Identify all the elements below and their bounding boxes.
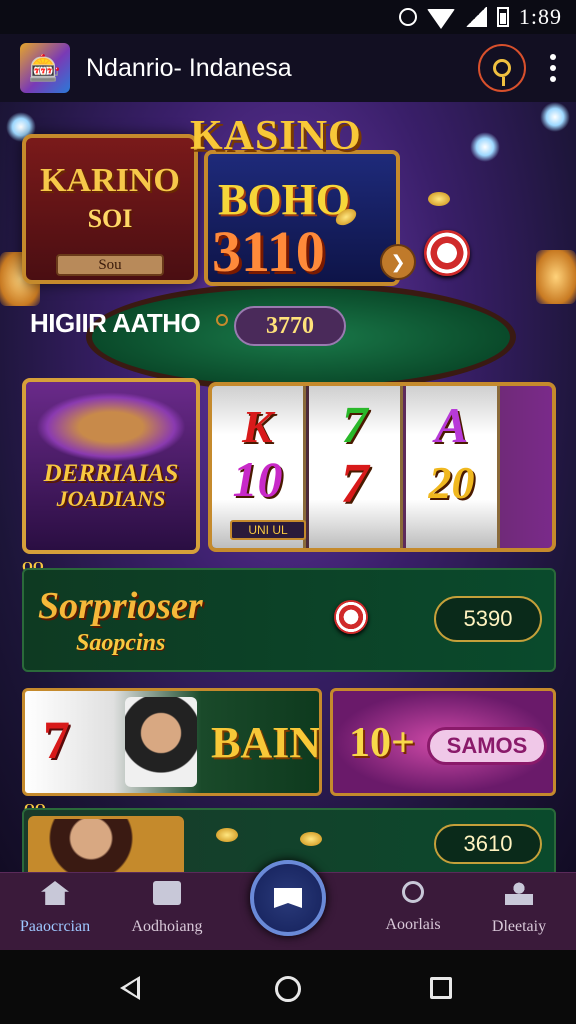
samos-number: 10+ <box>349 720 415 766</box>
system-nav-bar <box>0 950 576 1024</box>
app-bar: 🎰 Ndanrio- Indanesa <box>0 34 576 102</box>
promo-line-2: JOADIANS <box>56 486 166 511</box>
promo-banner[interactable]: Sorprioser Saopcins 5390 <box>22 568 556 672</box>
reel-symbol: 7 <box>341 397 368 454</box>
banner-title: Sorprioser <box>38 585 203 627</box>
tile-seven: 7 <box>43 710 70 770</box>
hero-left-card[interactable]: KARINO SOI Sou <box>22 134 198 284</box>
poker-chip-icon <box>424 230 470 276</box>
headline-text: HIGIIR AATHO <box>30 308 201 338</box>
coin-icon <box>428 192 450 206</box>
spotlight <box>470 132 500 162</box>
hero-next-button[interactable]: ❯ <box>380 244 416 280</box>
app-title: Ndanrio- Indanesa <box>86 53 292 82</box>
status-time: 1:89 <box>518 4 562 29</box>
promo-art <box>36 392 186 462</box>
battery-icon <box>496 7 509 27</box>
back-icon[interactable] <box>120 976 140 1000</box>
nav-item-games[interactable]: Aodhoiang <box>112 881 222 936</box>
dot-icon <box>550 54 556 60</box>
tile-word: BAIN <box>211 718 322 767</box>
slot-tile[interactable]: 7 BAIN <box>22 688 322 796</box>
row-value-pill[interactable]: 3610 <box>434 824 542 864</box>
character-image <box>125 697 197 787</box>
reel-symbol: K <box>242 401 273 452</box>
home-icon <box>41 881 69 905</box>
hero-left-title: KARINO <box>40 162 180 199</box>
flag-icon <box>274 888 302 908</box>
banner-value-pill[interactable]: 5390 <box>434 596 542 642</box>
search-icon <box>402 881 424 903</box>
reel-symbol: 20 <box>428 457 475 508</box>
overflow-menu-button[interactable] <box>546 54 560 82</box>
reel-symbol: A <box>434 397 469 453</box>
promo-card[interactable]: DERRIAIAS JOADIANS <box>22 378 200 554</box>
signal-icon <box>464 7 487 27</box>
reel: A 20 <box>406 386 500 548</box>
reel: 7 7 <box>309 386 403 548</box>
grid-icon <box>153 881 181 905</box>
brand-logo: KASINO <box>190 113 362 159</box>
nav-label: Aoorlais <box>385 916 441 933</box>
banner-subtitle: Saopcins <box>76 630 166 656</box>
nav-label: Dleetaiy <box>491 918 547 935</box>
spotlight <box>540 102 570 132</box>
character-thumbnail <box>28 816 184 872</box>
casino-stage: KARINO SOI Sou BOHO 3110 ❯ KASINO HIGIIR… <box>0 102 576 872</box>
lamp <box>536 250 576 304</box>
wifi-icon <box>426 9 455 29</box>
slot-tag: UNI UL <box>230 520 306 540</box>
coin-icon <box>300 832 322 846</box>
info-icon <box>216 314 228 326</box>
hero-right-card[interactable]: BOHO 3110 ❯ <box>204 150 416 286</box>
hero-left-button[interactable]: Sou <box>56 254 164 276</box>
reel-symbol: 10 <box>232 451 283 507</box>
dot-icon <box>550 65 556 71</box>
status-bar: 1:89 <box>0 0 576 34</box>
slot-machine-card[interactable]: K 10 7 7 A 20 UNI UL <box>208 382 556 552</box>
hero-right-value-bottom: 3110 <box>212 219 325 284</box>
home-circle-icon[interactable] <box>275 976 301 1002</box>
nav-item-home[interactable]: Paaocrcian <box>0 881 110 936</box>
hero-left-value: SOI <box>87 204 133 233</box>
app-logo[interactable]: 🎰 <box>20 43 70 93</box>
search-icon <box>493 59 511 86</box>
samos-tile[interactable]: 10+ SAMOS <box>330 688 556 796</box>
nav-item-search[interactable]: Aoorlais <box>358 881 468 934</box>
coin-icon <box>216 828 238 842</box>
reel-symbol: 7 <box>340 453 369 515</box>
alarm-icon <box>398 8 417 26</box>
poker-chip-icon <box>334 600 368 634</box>
nav-label: Aodhoiang <box>131 918 203 935</box>
user-icon <box>505 881 533 905</box>
dot-icon <box>550 76 556 82</box>
search-button[interactable] <box>478 44 526 92</box>
promo-line-1: DERRIAIAS <box>43 460 179 487</box>
recent-apps-icon[interactable] <box>430 977 452 999</box>
samos-label: SAMOS <box>427 727 547 765</box>
nav-item-profile[interactable]: Dleetaiy <box>464 881 574 936</box>
headline-value-pill[interactable]: 3770 <box>234 306 346 346</box>
nav-label: Paaocrcian <box>19 918 91 935</box>
center-action-button[interactable] <box>250 860 326 936</box>
